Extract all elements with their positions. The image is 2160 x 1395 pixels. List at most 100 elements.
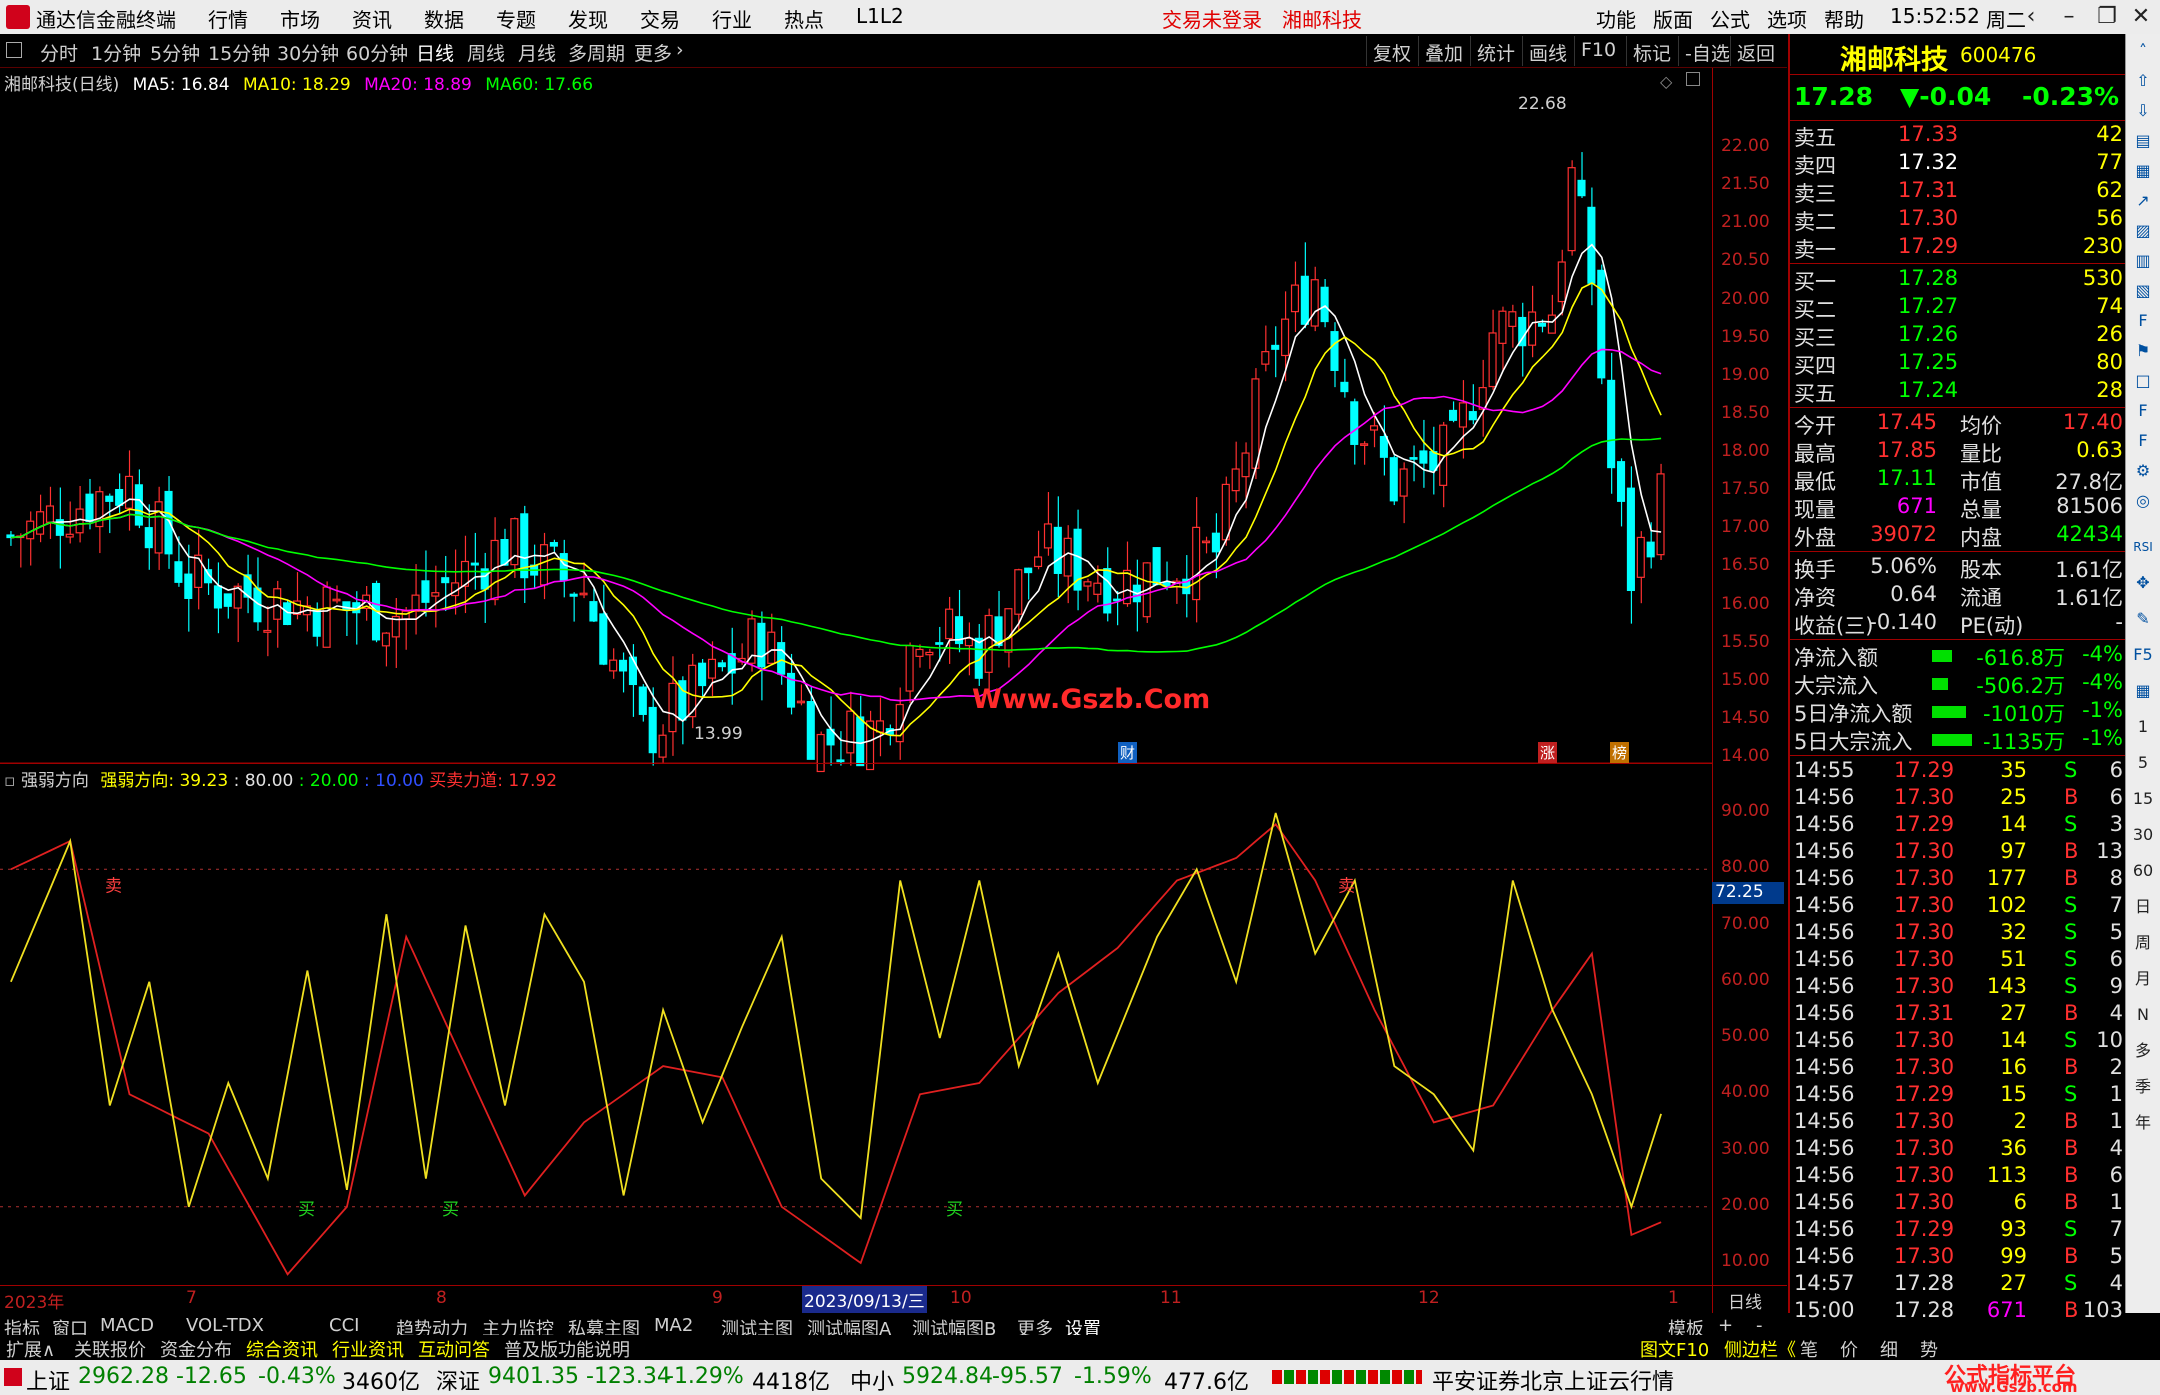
30m-icon[interactable]: 30 [2130,822,2156,848]
arrow-up-icon[interactable]: ⇧ [2130,68,2156,94]
close-icon[interactable]: ✕ [2122,2,2160,32]
gear-icon[interactable]: ⚙ [2130,458,2156,484]
period-tab-1min[interactable]: 1分钟 [91,39,141,66]
panel-toggle-icon[interactable] [6,42,22,58]
target-icon[interactable]: ◎ [2130,488,2156,514]
tab-qa[interactable]: 互动问答 [418,1336,490,1362]
bid-row[interactable]: 买五 17.24 28 [1790,378,2127,406]
menu-item-data[interactable]: 数据 [424,4,464,33]
menu-item-news[interactable]: 资讯 [352,4,392,33]
bid-row[interactable]: 买二 17.27 74 [1790,294,2127,322]
period-tab-monthly[interactable]: 月线 [518,39,556,66]
period-tab-30min[interactable]: 30分钟 [277,39,339,66]
f10-button[interactable]: F10 [1574,36,1622,66]
trade-login-status[interactable]: 交易未登录 [1162,4,1262,33]
menu-item-l1l2[interactable]: L1L2 [856,4,904,28]
grid2-icon[interactable]: ▦ [2130,678,2156,704]
finance-marker[interactable]: 财 [1118,742,1138,763]
menu-item-trade[interactable]: 交易 [640,4,680,33]
tab-remove[interactable]: - [1756,1315,1763,1336]
chevron-up-icon[interactable]: ˄ [2130,38,2156,64]
tab-pen[interactable]: 笔 [1800,1336,1818,1362]
zx-index-label[interactable]: 中小 [850,1364,894,1395]
ask-row[interactable]: 卖三 17.31 62 [1790,178,2127,206]
rise-marker[interactable]: 涨 [1538,742,1558,763]
pen-icon[interactable]: ✎ [2130,606,2156,632]
indicator-name[interactable]: 强弱方向 [21,771,89,791]
hand-icon[interactable]: ✥ [2130,570,2156,596]
period-tab-60min[interactable]: 60分钟 [346,39,408,66]
indicator-dropdown-icon[interactable]: ▫ [4,771,16,791]
quarter-icon[interactable]: 季 [2130,1074,2156,1100]
adjust-button[interactable]: 复权 [1366,36,1417,66]
menu-item-industry[interactable]: 行业 [712,4,752,33]
ask-row[interactable]: 卖四 17.32 77 [1790,150,2127,178]
period-tab-more[interactable]: 更多 [634,39,672,66]
f5-icon[interactable]: F5 [2130,642,2156,668]
mark-button[interactable]: 标记 [1626,36,1677,66]
tab-expand[interactable]: 扩展∧ [6,1336,55,1362]
period-tab-15min[interactable]: 15分钟 [208,39,270,66]
tab-add[interactable]: + [1718,1315,1733,1336]
5m-icon[interactable]: 5 [2130,750,2156,776]
menu-item-layout[interactable]: 版面 [1653,4,1693,33]
tab-sidebar-toggle[interactable]: 侧边栏《 [1724,1336,1796,1362]
period-tab-multi[interactable]: 多周期 [568,39,625,66]
period-tab-intraday[interactable]: 分时 [40,39,78,66]
bar-icon[interactable]: ▧ [2130,278,2156,304]
menu-item-help[interactable]: 帮助 [1824,4,1864,33]
rsi-icon[interactable]: RSI [2130,534,2156,560]
tab-related-quotes[interactable]: 关联报价 [74,1336,146,1362]
menu-item-hot[interactable]: 热点 [784,4,824,33]
tab-composite-news[interactable]: 综合资讯 [246,1336,318,1362]
ask-row[interactable]: 卖一 17.29 230 [1790,234,2127,262]
f2-icon[interactable]: F [2130,428,2156,454]
tab-cci[interactable]: CCI [329,1315,359,1336]
flag-icon[interactable]: ⚑ [2130,338,2156,364]
trend-icon[interactable]: ↗ [2130,188,2156,214]
tab-ma2[interactable]: MA2 [654,1315,693,1336]
tab-industry-news[interactable]: 行业资讯 [332,1336,404,1362]
grid-icon[interactable]: ▦ [2130,158,2156,184]
period-tab-5min[interactable]: 5分钟 [150,39,200,66]
tab-trend[interactable]: 势 [1920,1336,1938,1362]
back-button[interactable]: 返回 [1730,36,1781,66]
f10-icon[interactable]: F [2130,308,2156,334]
day-icon[interactable]: 日 [2130,894,2156,920]
tab-fund-distribution[interactable]: 资金分布 [160,1336,232,1362]
menu-item-discover[interactable]: 发现 [568,4,608,33]
ask-row[interactable]: 卖五 17.33 42 [1790,122,2127,150]
arrow-down-icon[interactable]: ⇩ [2130,98,2156,124]
overlay-button[interactable]: 叠加 [1418,36,1469,66]
year-icon[interactable]: 年 [2130,1110,2156,1136]
chevron-left-icon[interactable]: ‹ [2012,2,2050,32]
restore-icon[interactable]: ❐ [2088,2,2126,32]
bid-row[interactable]: 买四 17.25 80 [1790,350,2127,378]
tab-macd[interactable]: MACD [100,1315,154,1336]
tab-vol-tdx[interactable]: VOL-TDX [186,1315,264,1336]
week-icon[interactable]: 周 [2130,930,2156,956]
chart-canvas[interactable]: 卖 卖买 买 买 [0,68,1712,1313]
menu-item-quotes[interactable]: 行情 [208,4,248,33]
1m-icon[interactable]: 1 [2130,714,2156,740]
diamond-icon[interactable]: ◇ [1660,72,1672,91]
table-icon[interactable]: ▥ [2130,248,2156,274]
sh-index-label[interactable]: 上证 [26,1364,70,1395]
rank-marker[interactable]: 榜 [1610,742,1630,763]
n-icon[interactable]: N [2130,1002,2156,1028]
tab-f10-graphic[interactable]: 图文F10 [1640,1336,1709,1362]
period-tab-weekly[interactable]: 周线 [467,39,505,66]
60m-icon[interactable]: 60 [2130,858,2156,884]
panel-maximize-icon[interactable] [1686,72,1700,86]
remove-favorite-button[interactable]: -自选 [1678,36,1736,66]
tab-price[interactable]: 价 [1840,1336,1858,1362]
ask-row[interactable]: 卖二 17.30 56 [1790,206,2127,234]
sz-index-label[interactable]: 深证 [436,1364,480,1395]
tab-detail[interactable]: 细 [1880,1336,1898,1362]
menu-item-formula[interactable]: 公式 [1710,4,1750,33]
month-icon[interactable]: 月 [2130,966,2156,992]
menu-item-function[interactable]: 功能 [1596,4,1636,33]
multi-icon[interactable]: 多 [2130,1038,2156,1064]
draw-line-button[interactable]: 画线 [1522,36,1573,66]
bid-row[interactable]: 买三 17.26 26 [1790,322,2127,350]
